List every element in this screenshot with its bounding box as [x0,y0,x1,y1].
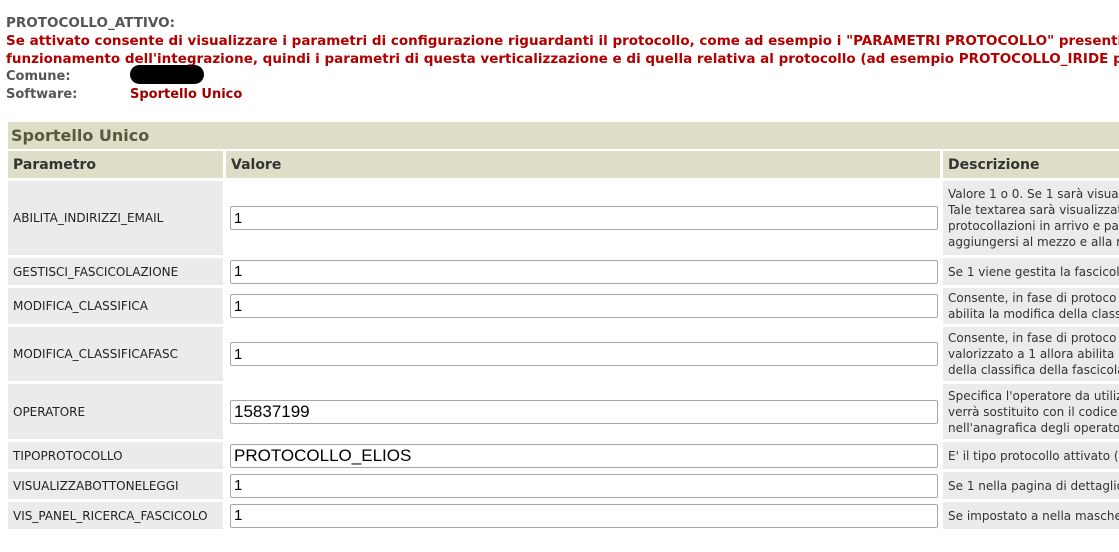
description-line: Se 1 viene gestita la fascicol [948,264,1119,279]
column-header-parametro: Parametro [8,149,226,178]
param-name: OPERATORE [8,381,226,439]
table-row: MODIFICA_CLASSIFICA Consente, in fase di… [8,285,1119,324]
panel-title: Sportello Unico [8,122,1119,149]
table-row: TIPOPROTOCOLLO E' il tipo protocollo att… [8,439,1119,469]
param-value-input[interactable] [230,443,938,468]
param-description: Se 1 nella pagina di dettaglio [943,469,1119,499]
param-description: Valore 1 o 0. Se 1 sarà visua Tale texta… [943,178,1119,255]
table-row: GESTISCI_FASCICOLAZIONE Se 1 viene gesti… [8,255,1119,285]
table-row: ABILITA_INDIRIZZI_EMAIL Valore 1 o 0. Se… [8,178,1119,255]
description-line: della classifica della fascicola [948,363,1119,377]
comune-redacted-value [130,65,204,84]
param-name: VISUALIZZABOTTONELEGGI [8,469,226,499]
param-description: Se 1 viene gestita la fascicol [943,255,1119,285]
param-description: Consente, in fase di protoco abilita la … [943,285,1119,324]
description-line: Se impostato a nella masche [948,508,1119,523]
software-value: Sportello Unico [130,87,243,102]
param-value-input[interactable] [230,259,938,284]
table-header-row: Parametro Valore Descrizione [8,149,1119,178]
param-name: VIS_PANEL_RICERCA_FASCICOLO [8,499,226,529]
comune-label: Comune: [6,69,71,84]
description-line: Valore 1 o 0. Se 1 sarà visua [948,187,1119,201]
description-line: Se 1 nella pagina di dettaglio [948,478,1119,493]
param-value-input[interactable] [230,473,938,498]
table-row: MODIFICA_CLASSIFICAFASC Consente, in fas… [8,324,1119,381]
header-title: PROTOCOLLO_ATTIVO: [6,15,176,31]
description-line: Tale textarea sarà visualizzat [948,203,1119,217]
param-description: E' il tipo protocollo attivato ( [943,439,1119,469]
table-row: OPERATORE Specifica l'operatore da utili… [8,381,1119,439]
column-header-valore: Valore [226,149,943,178]
column-header-descrizione: Descrizione [943,149,1119,178]
description-line: verrà sostituito con il codice [948,404,1118,419]
table-row: VIS_PANEL_RICERCA_FASCICOLO Se impostato… [8,499,1119,529]
description-line: aggiungersi al mezzo e alla r [948,235,1119,249]
description-line: E' il tipo protocollo attivato ( [948,448,1119,463]
parameters-table: Parametro Valore Descrizione ABILITA_IND… [8,149,1119,529]
param-value-input[interactable] [230,206,938,230]
description-line: Consente, in fase di protoco [948,291,1117,305]
description-line: nell'anagrafica degli operato [948,420,1119,435]
description-line: Consente, in fase di protoco [948,331,1117,345]
description-line: Specifica l'operatore da utiliz [948,388,1119,403]
param-name: GESTISCI_FASCICOLAZIONE [8,255,226,285]
param-description: Specifica l'operatore da utiliz verrà so… [943,381,1119,439]
software-label: Software: [6,87,78,102]
param-name: MODIFICA_CLASSIFICAFASC [8,324,226,381]
description-line: protocollazioni in arrivo e pa [948,219,1119,233]
parameters-panel: Sportello Unico Parametro Valore Descriz… [8,122,1119,529]
param-description: Consente, in fase di protoco valorizzato… [943,324,1119,381]
header-description-line-1: Se attivato consente di visualizzare i p… [6,33,1119,49]
software-row: Software: Sportello Unico [6,86,1119,104]
description-line: abilita la modifica della class [948,307,1119,321]
param-value-input[interactable] [230,342,938,366]
info-header: PROTOCOLLO_ATTIVO: Se attivato consente … [6,14,1119,104]
table-row: VISUALIZZABOTTONELEGGI Se 1 nella pagina… [8,469,1119,499]
description-line: valorizzato a 1 allora abilita [948,347,1115,361]
param-value-input[interactable] [230,399,938,424]
comune-row: Comune: [6,65,1119,86]
param-description: Se impostato a nella masche [943,499,1119,529]
param-name: TIPOPROTOCOLLO [8,439,226,469]
param-value-input[interactable] [230,503,938,528]
param-name: MODIFICA_CLASSIFICA [8,285,226,324]
param-name: ABILITA_INDIRIZZI_EMAIL [8,178,226,255]
param-value-input[interactable] [230,294,938,318]
